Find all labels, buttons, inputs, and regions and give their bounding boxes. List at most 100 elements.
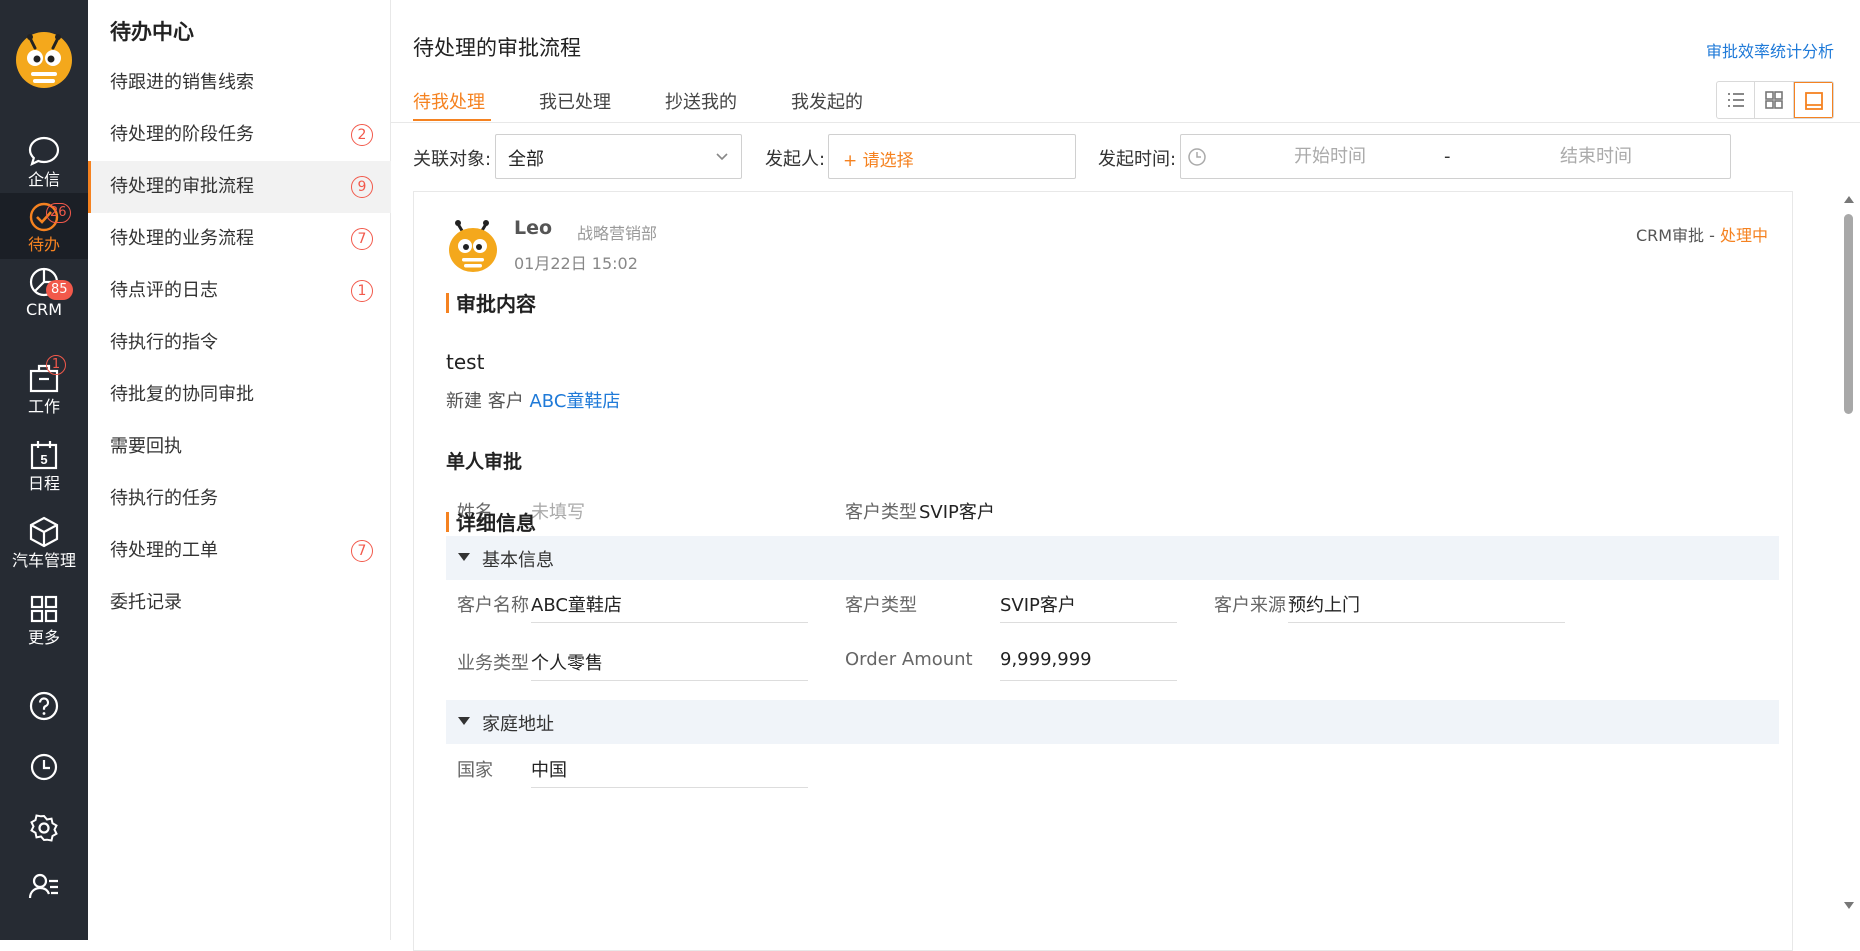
active-tab-indicator — [413, 119, 491, 121]
rail-label: CRM — [25, 300, 63, 319]
tab-divider — [391, 122, 1860, 123]
field-value-customer-type: SVIP客户 — [919, 502, 995, 523]
history-clock-icon[interactable] — [27, 750, 61, 784]
field-value-name: 未填写 — [531, 502, 585, 523]
rail-item-crm[interactable]: 85 CRM — [0, 258, 88, 324]
help-icon[interactable] — [27, 689, 61, 723]
tab-initiated[interactable]: 我发起的 — [791, 88, 863, 114]
tab-cc-me[interactable]: 抄送我的 — [665, 88, 737, 114]
nav-item-label: 待批复的协同审批 — [110, 384, 254, 405]
section-title-content: 审批内容 — [446, 288, 536, 317]
nav-item-stage-tasks[interactable]: 待处理的阶段任务 2 — [88, 109, 391, 161]
vertical-scrollbar[interactable] — [1841, 196, 1855, 916]
clock-icon — [1187, 147, 1207, 167]
tab-pending-mine[interactable]: 待我处理 — [413, 88, 485, 114]
field-label-source: 客户来源 — [1214, 595, 1286, 616]
field-label-business-type: 业务类型 — [457, 653, 529, 674]
calendar-icon: 5 — [27, 438, 61, 472]
app-rail: 企信 26 待办 85 CRM 1 工作 5 日程 汽车管理 更多 — [0, 0, 88, 940]
settings-gear-icon[interactable] — [27, 811, 61, 845]
nav-item-approvals[interactable]: 待处理的审批流程 9 — [88, 161, 391, 213]
field-underline — [531, 622, 808, 623]
nav-item-logs-review[interactable]: 待点评的日志 1 — [88, 265, 391, 317]
nav-item-instructions[interactable]: 待执行的指令 — [88, 317, 391, 369]
scroll-down-arrow-icon[interactable] — [1844, 902, 1854, 909]
single-approval-title: 单人审批 — [446, 451, 523, 473]
end-date-input[interactable]: 结束时间 — [1481, 135, 1711, 178]
list-view-icon[interactable] — [1717, 82, 1756, 118]
customer-link[interactable]: ABC童鞋店 — [529, 391, 620, 412]
nav-item-tickets[interactable]: 待处理的工单 7 — [88, 525, 391, 577]
range-separator: - — [1444, 146, 1451, 167]
rail-item-todo[interactable]: 26 待办 — [0, 193, 88, 259]
approval-card[interactable]: Leo 战略营销部 01月22日 15:02 CRM审批 - 处理中 审批内容 … — [413, 191, 1793, 951]
start-date-input[interactable]: 开始时间 — [1215, 135, 1445, 178]
field-underline — [1000, 622, 1177, 623]
nav-item-label: 待处理的阶段任务 — [110, 124, 254, 145]
count-badge: 9 — [351, 176, 373, 198]
related-object-select[interactable]: 全部 — [495, 134, 742, 179]
nav-item-label: 待跟进的销售线索 — [110, 72, 254, 93]
svg-text:5: 5 — [40, 452, 47, 467]
created-time: 01月22日 15:02 — [514, 254, 638, 273]
group-header-home-address[interactable]: 家庭地址 — [446, 700, 1779, 744]
initiator-placeholder: + 请选择 — [843, 151, 914, 171]
user-list-icon[interactable] — [27, 869, 61, 903]
card-view-icon[interactable] — [1793, 82, 1833, 118]
stats-analysis-link[interactable]: 审批效率统计分析 — [1706, 38, 1834, 62]
user-name[interactable]: Leo — [514, 217, 552, 239]
related-object-label: 关联对象: — [413, 149, 492, 170]
nav-item-label: 待处理的工单 — [110, 540, 218, 561]
nav-item-receipts[interactable]: 需要回执 — [88, 421, 391, 473]
rail-item-more[interactable]: 更多 — [0, 586, 88, 652]
cube-icon — [27, 515, 61, 549]
initiator-picker[interactable]: + 请选择 — [828, 134, 1076, 179]
rail-label: 企信 — [27, 170, 60, 189]
grid-icon — [27, 592, 61, 626]
approval-content-text: test — [446, 350, 485, 374]
rail-item-car-management[interactable]: 汽车管理 — [0, 509, 88, 575]
rail-label: 汽车管理 — [11, 551, 76, 570]
status-badge: 处理中 — [1719, 226, 1768, 245]
nav-item-delegation[interactable]: 委托记录 — [88, 577, 391, 629]
field-underline — [1288, 622, 1565, 623]
count-badge: 1 — [351, 280, 373, 302]
avatar[interactable] — [446, 218, 504, 276]
section-title-detail: 详细信息 — [446, 507, 536, 536]
user-department: 战略营销部 — [577, 224, 658, 243]
grid-view-icon[interactable] — [1755, 82, 1794, 118]
count-badge: 7 — [351, 228, 373, 250]
nav-item-sales-leads[interactable]: 待跟进的销售线索 — [88, 57, 391, 109]
scroll-thumb[interactable] — [1844, 214, 1853, 414]
app-logo[interactable] — [15, 30, 73, 90]
rail-label: 工作 — [27, 397, 60, 416]
caret-down-icon — [458, 717, 470, 725]
field-value-source: 预约上门 — [1288, 595, 1360, 616]
rail-item-chat[interactable]: 企信 — [0, 128, 88, 194]
tab-processed[interactable]: 我已处理 — [539, 88, 611, 114]
view-mode-switcher — [1716, 81, 1834, 119]
field-value-customer-name: ABC童鞋店 — [531, 595, 622, 616]
panel-title: 待办中心 — [110, 20, 194, 44]
nav-item-label: 待处理的业务流程 — [110, 228, 254, 249]
nav-item-collab-approvals[interactable]: 待批复的协同审批 — [88, 369, 391, 421]
field-label-order-amount: Order Amount — [845, 649, 973, 670]
initiator-label: 发起人: — [765, 149, 826, 170]
group-header-basic-info[interactable]: 基本信息 — [446, 536, 1779, 580]
caret-down-icon — [458, 553, 470, 561]
scroll-up-arrow-icon[interactable] — [1844, 196, 1854, 203]
nav-item-tasks[interactable]: 待执行的任务 — [88, 473, 391, 525]
field-value-country: 中国 — [531, 760, 567, 781]
rail-item-work[interactable]: 1 工作 — [0, 355, 88, 421]
field-label-customer-name: 客户名称 — [457, 595, 529, 616]
nav-item-business-flows[interactable]: 待处理的业务流程 7 — [88, 213, 391, 265]
nav-item-label: 待执行的指令 — [110, 332, 218, 353]
field-underline — [531, 787, 808, 788]
field-label-customer-type-2: 客户类型 — [845, 595, 917, 616]
field-underline — [1000, 680, 1177, 681]
field-label-country: 国家 — [457, 760, 493, 781]
nav-item-label: 待处理的审批流程 — [110, 176, 254, 197]
rail-item-calendar[interactable]: 5 日程 — [0, 432, 88, 498]
approval-content-summary: 新建 客户 ABC童鞋店 — [446, 387, 620, 413]
count-badge: 7 — [351, 540, 373, 562]
